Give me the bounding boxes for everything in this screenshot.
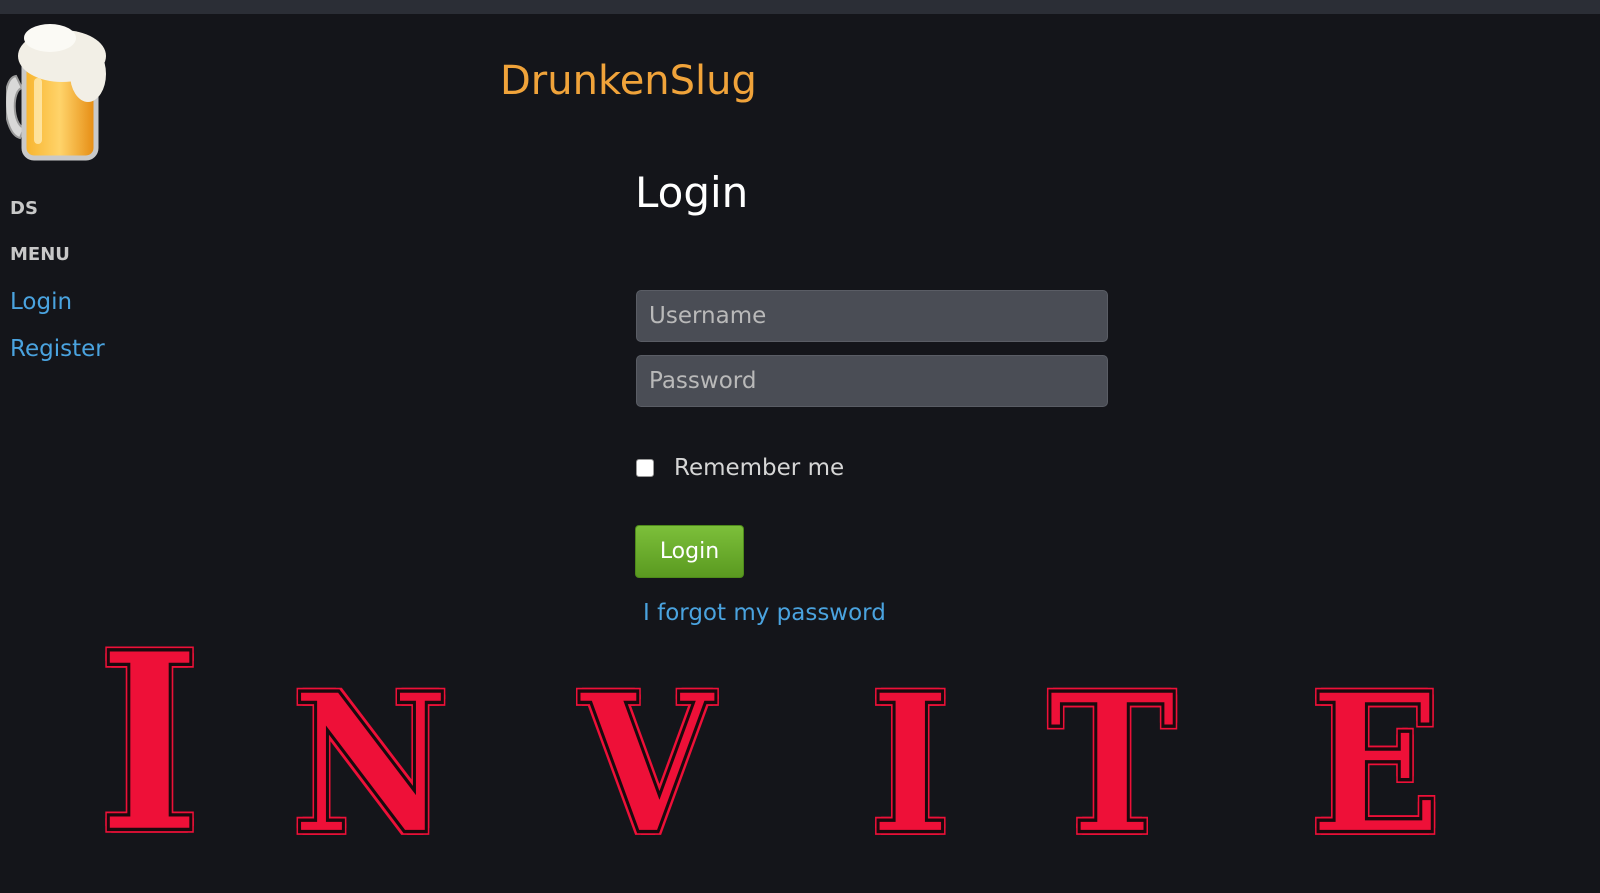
invite-letter-t: T (1047, 650, 1178, 878)
username-input[interactable] (636, 290, 1108, 342)
login-heading: Login (635, 168, 749, 217)
login-button[interactable]: Login (635, 525, 744, 578)
invite-letter-v: V (578, 650, 714, 878)
invite-letter-i: I (97, 597, 203, 888)
sidebar-link-login[interactable]: Login (10, 289, 72, 315)
remember-me-checkbox[interactable] (636, 459, 654, 477)
remember-me-label[interactable]: Remember me (674, 455, 844, 481)
password-input[interactable] (636, 355, 1108, 407)
invite-letter-n: N (290, 650, 450, 878)
invite-letter-i2: I (868, 650, 951, 878)
invite-letter-e: E (1308, 650, 1442, 878)
invite-banner: I N V I T E (0, 597, 1600, 893)
beer-mug-logo[interactable] (6, 16, 116, 166)
remember-me-row: Remember me (636, 455, 844, 481)
sidebar-menu-label: MENU (10, 244, 70, 265)
sidebar-link-register[interactable]: Register (10, 336, 105, 362)
sidebar-ds-label: DS (10, 198, 38, 219)
top-bar (0, 0, 1600, 14)
site-brand-title[interactable]: DrunkenSlug (500, 58, 757, 104)
